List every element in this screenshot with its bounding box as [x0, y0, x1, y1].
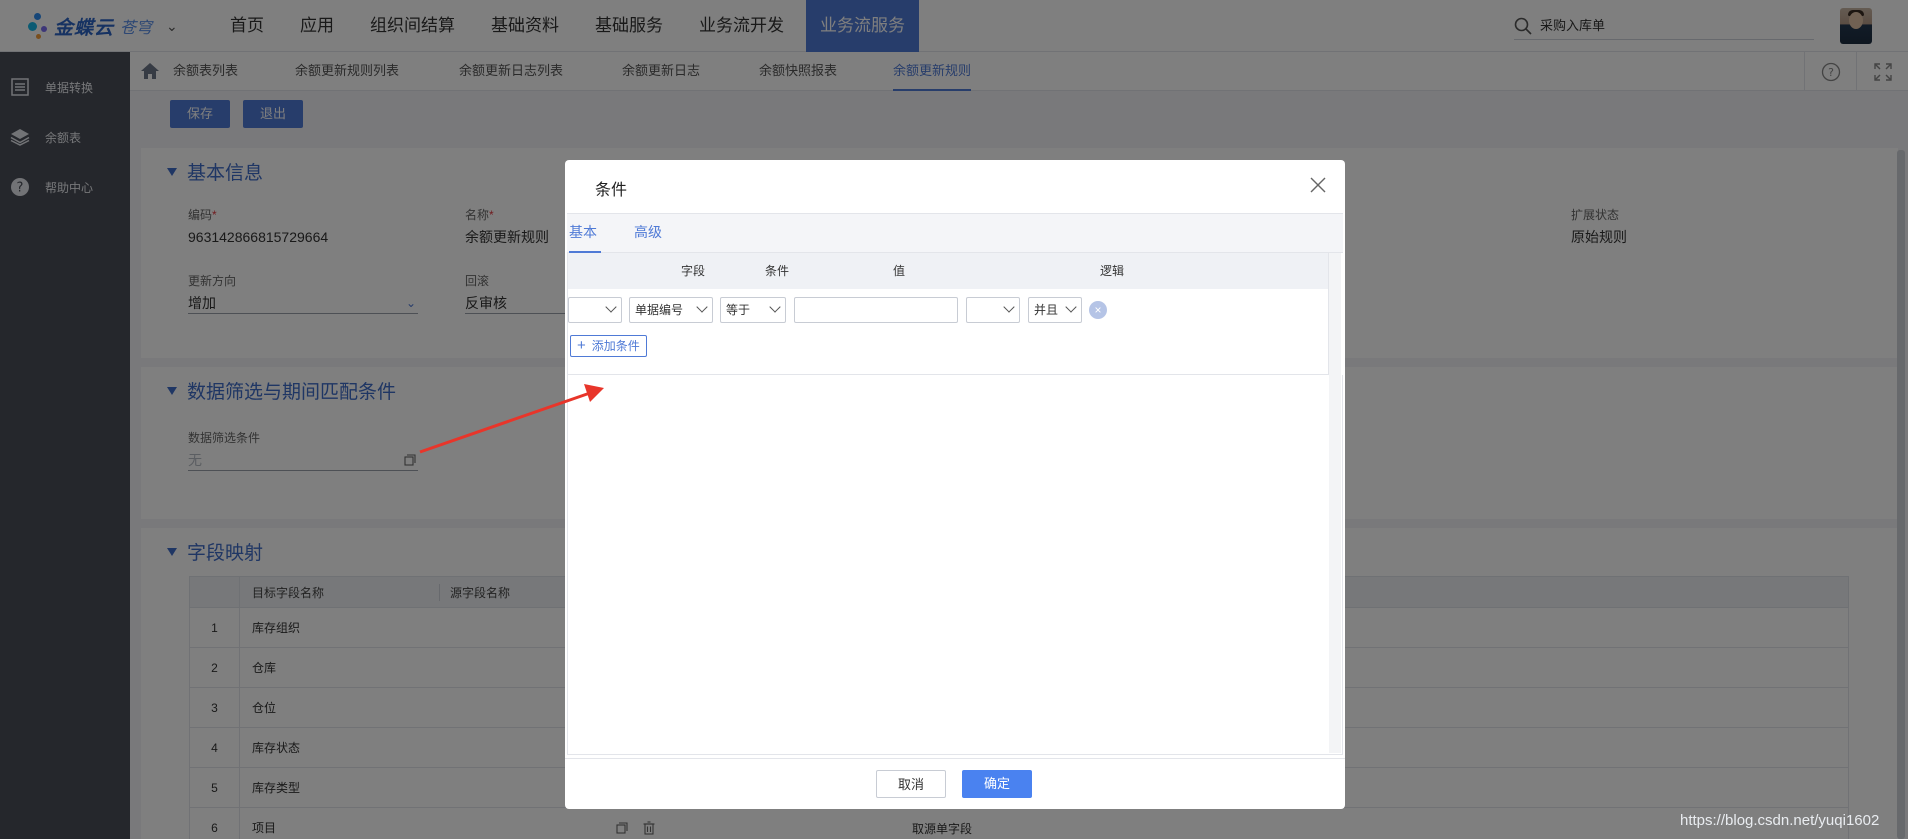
chevron-down-icon	[769, 301, 781, 313]
field-select[interactable]: 单据编号	[629, 297, 713, 323]
left-paren-select[interactable]	[568, 297, 622, 323]
condition-header: 字段 条件 值 逻辑	[568, 253, 1328, 289]
cancel-button[interactable]: 取消	[876, 770, 946, 798]
tab-basic[interactable]: 基本	[569, 214, 601, 253]
value-input[interactable]	[794, 297, 958, 323]
column-header-field: 字段	[681, 264, 706, 278]
selected-value: 单据编号	[635, 303, 684, 317]
dialog-body	[567, 375, 1343, 755]
tab-advanced[interactable]: 高级	[634, 214, 662, 253]
logic-select[interactable]: 并且	[1028, 297, 1082, 323]
chevron-down-icon	[1003, 301, 1015, 313]
column-header-logic: 逻辑	[1100, 264, 1125, 278]
button-label: 添加条件	[591, 339, 640, 353]
dialog-tabs: 基本 高级	[567, 213, 1343, 253]
chevron-down-icon	[1065, 301, 1077, 313]
ok-button[interactable]: 确定	[962, 770, 1032, 798]
dialog-title: 条件	[595, 182, 628, 199]
dialog-footer: 取消 确定	[565, 758, 1345, 809]
right-paren-select[interactable]	[966, 297, 1020, 323]
chevron-down-icon	[605, 301, 617, 313]
selected-value: 等于	[726, 303, 751, 317]
chevron-down-icon	[696, 301, 708, 313]
close-icon[interactable]	[1309, 176, 1327, 194]
watermark: https://blog.csdn.net/yuqi1602	[1680, 812, 1880, 829]
add-condition-button[interactable]: + 添加条件	[570, 335, 647, 357]
condition-dialog: 条件 基本 高级 字段 条件 值 逻辑 单据编号 等于 并且 × + 添加条件 取…	[565, 160, 1345, 809]
condition-editor: 字段 条件 值 逻辑 单据编号 等于 并且 × + 添加条件	[567, 253, 1329, 375]
column-header-condition: 条件	[765, 264, 790, 278]
remove-condition-icon[interactable]: ×	[1089, 301, 1107, 319]
column-header-value: 值	[893, 264, 906, 278]
condition-select[interactable]: 等于	[720, 297, 786, 323]
selected-value: 并且	[1034, 303, 1059, 317]
plus-icon: +	[577, 337, 586, 354]
